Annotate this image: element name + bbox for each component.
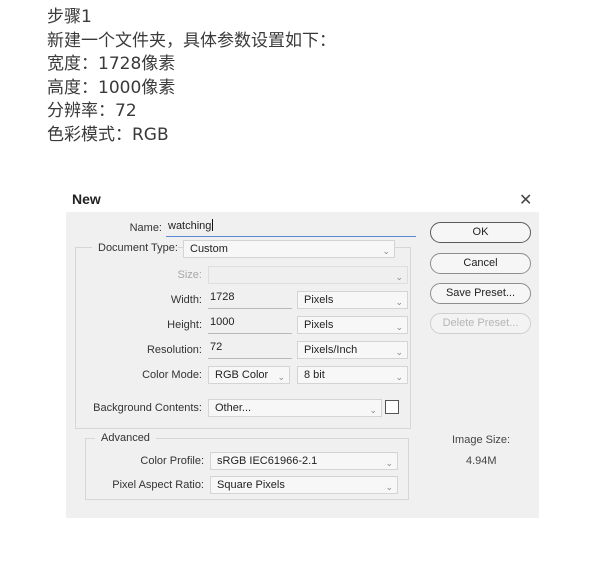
document-type-label: Document Type: (98, 242, 178, 254)
background-color-swatch[interactable] (385, 400, 399, 414)
intro-line-desc: 新建一个文件夹，具体参数设置如下： (47, 30, 336, 51)
bit-depth-select[interactable]: 8 bit ⌄ (297, 366, 408, 384)
pixel-aspect-ratio-select[interactable]: Square Pixels ⌄ (210, 476, 398, 494)
chevron-down-icon: ⌄ (395, 347, 403, 357)
intro-line-height: 高度：1000像素 (47, 77, 176, 98)
resolution-value: 72 (210, 341, 223, 353)
advanced-title: Advanced (95, 432, 156, 444)
background-contents-value: Other... (215, 402, 252, 414)
color-profile-value: sRGB IEC61966-2.1 (217, 455, 318, 467)
height-unit-value: Pixels (304, 319, 334, 331)
intro-text: 步骤1 新建一个文件夹，具体参数设置如下： 宽度：1728像素 高度：1000像… (47, 6, 336, 147)
height-unit-select[interactable]: Pixels ⌄ (297, 316, 408, 334)
intro-line-width: 宽度：1728像素 (47, 54, 176, 74)
close-icon[interactable]: ✕ (519, 190, 532, 209)
color-mode-select[interactable]: RGB Color ⌄ (208, 366, 290, 384)
height-input[interactable]: 1000 (208, 316, 292, 334)
size-label: Size: (177, 269, 202, 281)
resolution-label: Resolution: (146, 344, 202, 356)
background-contents-label: Background Contents: (93, 402, 202, 414)
dialog-title: New (72, 191, 101, 207)
chevron-down-icon: ⌄ (382, 246, 390, 256)
chevron-down-icon: ⌄ (395, 297, 403, 307)
width-label: Width: (170, 294, 202, 306)
name-input[interactable]: watching (166, 219, 416, 237)
color-mode-value: RGB Color (215, 369, 269, 381)
chevron-down-icon: ⌄ (385, 482, 393, 492)
bit-depth-value: 8 bit (304, 369, 325, 381)
width-input[interactable]: 1728 (208, 291, 292, 309)
intro-line-step: 步骤1 (47, 7, 92, 27)
background-contents-select[interactable]: Other... ⌄ (208, 399, 382, 417)
width-value: 1728 (210, 291, 235, 303)
chevron-down-icon: ⌄ (395, 372, 403, 382)
color-profile-label: Color Profile: (140, 455, 204, 467)
chevron-down-icon: ⌄ (277, 372, 285, 382)
name-value: watching (168, 220, 212, 232)
image-size-label: Image Size: (452, 434, 511, 446)
color-mode-label: Color Mode: (142, 369, 202, 381)
chevron-down-icon: ⌄ (385, 458, 393, 468)
text-caret (212, 219, 214, 231)
resolution-input[interactable]: 72 (208, 341, 292, 359)
height-value: 1000 (210, 316, 235, 328)
chevron-down-icon: ⌄ (369, 405, 377, 415)
color-profile-select[interactable]: sRGB IEC61966-2.1 ⌄ (210, 452, 398, 470)
ok-button[interactable]: OK (430, 222, 531, 243)
intro-line-resolution: 分辨率：72 (47, 101, 137, 121)
save-preset-button[interactable]: Save Preset... (430, 283, 531, 304)
cancel-button[interactable]: Cancel (430, 253, 531, 274)
image-size-value: 4.94M (466, 455, 497, 467)
resolution-unit-select[interactable]: Pixels/Inch ⌄ (297, 341, 408, 359)
chevron-down-icon: ⌄ (395, 322, 403, 332)
document-type-select[interactable]: Custom ⌄ (183, 240, 395, 258)
chevron-down-icon: ⌄ (395, 272, 403, 282)
delete-preset-button: Delete Preset... (430, 313, 531, 334)
name-label: Name: (129, 222, 162, 234)
document-type-value: Custom (190, 243, 228, 255)
pixel-aspect-ratio-label: Pixel Aspect Ratio: (112, 479, 204, 491)
size-select: ⌄ (208, 266, 408, 284)
height-label: Height: (167, 319, 202, 331)
intro-line-color-mode: 色彩模式：RGB (47, 124, 169, 145)
width-unit-select[interactable]: Pixels ⌄ (297, 291, 408, 309)
resolution-unit-value: Pixels/Inch (304, 344, 358, 356)
pixel-aspect-ratio-value: Square Pixels (217, 479, 285, 491)
width-unit-value: Pixels (304, 294, 334, 306)
